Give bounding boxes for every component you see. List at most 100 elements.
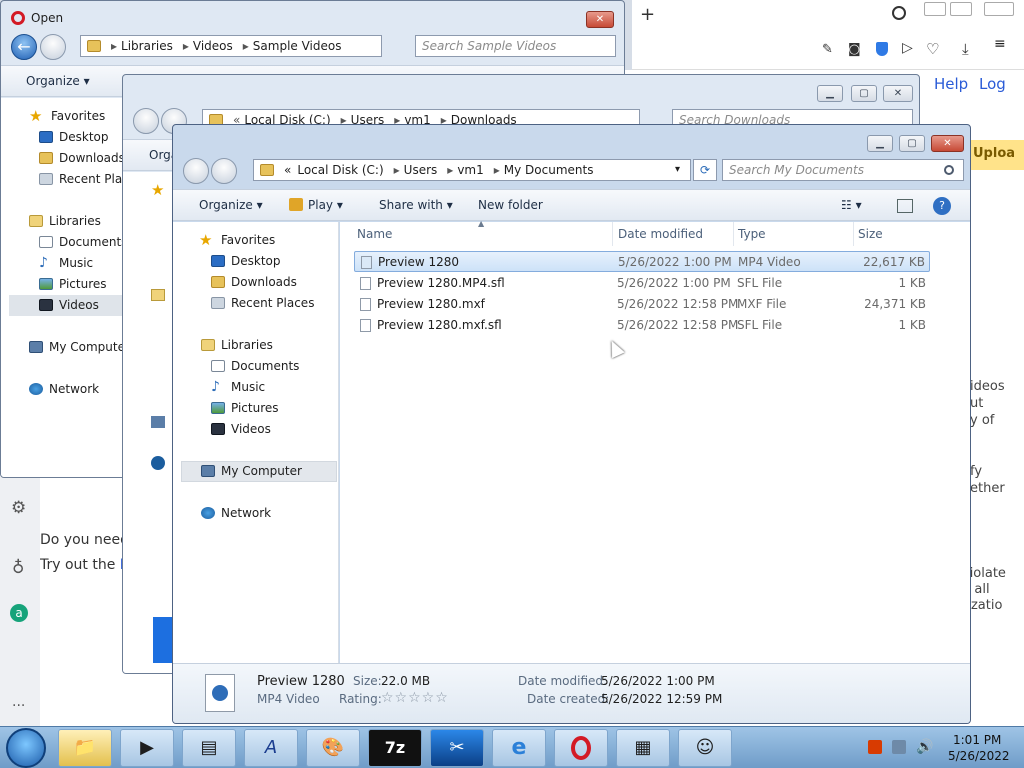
file-row[interactable]: Preview 1280.mxf.sfl 5/26/2022 12:58 PM … (354, 315, 930, 336)
crumb-sample-videos[interactable]: Sample Videos (253, 39, 342, 53)
notepad-task-icon[interactable]: ▤ (182, 729, 236, 767)
view-options-icon[interactable]: ☷ ▾ (841, 198, 862, 212)
documents-icon (211, 360, 225, 372)
nav-desktop[interactable]: Desktop (39, 130, 109, 144)
nav-libraries[interactable]: Libraries (201, 338, 273, 352)
address-bar[interactable]: « Local Disk (C:) ▸ Users ▸ vm1 ▸ My Docume… (253, 159, 691, 181)
log-link[interactable]: Log (979, 75, 1006, 93)
file-row[interactable]: Preview 1280 5/26/2022 1:00 PM MP4 Video… (354, 251, 930, 272)
nav-computer[interactable]: My Computer (29, 340, 130, 354)
organize-button[interactable]: Organize ▾ (26, 74, 90, 88)
video-editor-task-icon[interactable]: ✂ (430, 729, 484, 767)
start-button[interactable] (6, 728, 46, 768)
file-row[interactable]: Preview 1280.mxf 5/26/2022 12:58 PM MXF … (354, 294, 930, 315)
crumb-my-documents[interactable]: My Documents (504, 163, 594, 177)
close-button[interactable]: ✕ (931, 135, 964, 152)
paint-task-icon[interactable]: 🎨 (306, 729, 360, 767)
tray-flag-icon[interactable] (868, 740, 882, 754)
nav-favorites[interactable]: ★ Favorites (29, 109, 105, 124)
nav-documents[interactable]: Documents (211, 359, 299, 373)
nav-recent-places[interactable]: Recent Places (211, 296, 314, 310)
back-button[interactable]: ← (11, 34, 37, 60)
nav-favorites[interactable]: ★ Favorites (199, 233, 275, 248)
users-task-icon[interactable]: ☺ (678, 729, 732, 767)
heart-icon[interactable]: ♡ (926, 40, 939, 58)
nav-network[interactable]: Network (201, 506, 271, 520)
new-tab-button[interactable]: + (640, 4, 655, 25)
nav-videos[interactable]: Videos (211, 422, 271, 436)
upload-button-fragment[interactable]: Uploa (970, 140, 1024, 170)
font-viewer-task-icon[interactable]: A (244, 729, 298, 767)
aria-icon[interactable]: a (10, 604, 28, 622)
close-button[interactable]: ✕ (586, 11, 614, 28)
nav-network[interactable]: Network (29, 382, 99, 396)
clock-date[interactable]: 5/26/2022 (948, 749, 1010, 763)
new-folder-button[interactable]: New folder (478, 198, 543, 212)
nav-downloads[interactable]: Downloads (211, 275, 297, 289)
preview-pane-icon[interactable] (897, 199, 913, 213)
close-button[interactable]: ✕ (883, 85, 913, 102)
help-link[interactable]: Help (934, 75, 968, 93)
help-icon[interactable]: ? (933, 197, 951, 215)
address-bar[interactable]: ▸ Libraries ▸ Videos ▸ Sample Videos (80, 35, 382, 57)
seven-zip-task-icon[interactable]: 7z (368, 729, 422, 767)
nav-music[interactable]: ♪ Music (211, 380, 265, 394)
nav-downloads[interactable]: Downloads (39, 151, 125, 165)
refresh-button[interactable]: ⟳ (693, 159, 717, 181)
window-close-icon[interactable] (984, 2, 1014, 16)
crumb-local-disk[interactable]: Local Disk (C:) (297, 163, 383, 177)
maximize-button[interactable]: ▢ (899, 135, 925, 152)
crumb-users[interactable]: Users (404, 163, 438, 177)
column-date-modified[interactable]: Date modified (614, 222, 734, 246)
nav-videos[interactable]: Videos (39, 298, 99, 312)
window-restore-icon[interactable] (950, 2, 972, 16)
search-icon[interactable] (944, 165, 954, 175)
media-player-task-icon[interactable]: ▶ (120, 729, 174, 767)
window-minimize-icon[interactable] (924, 2, 946, 16)
minimize-button[interactable]: ▁ (817, 85, 843, 102)
minimize-button[interactable]: ▁ (867, 135, 893, 152)
snapshot-icon[interactable]: ✎ (822, 42, 833, 57)
settings-icon[interactable]: ⚙ (11, 498, 26, 518)
forward-button[interactable] (40, 34, 66, 60)
internet-explorer-task-icon[interactable]: e (492, 729, 546, 767)
back-button[interactable] (183, 158, 209, 184)
search-icon[interactable] (892, 6, 906, 20)
control-panel-task-icon[interactable]: ▦ (616, 729, 670, 767)
column-size[interactable]: Size (854, 222, 930, 246)
explorer-task-icon[interactable]: 📁 (58, 729, 112, 767)
search-input[interactable]: Search Sample Videos (415, 35, 616, 57)
more-icon[interactable]: ··· (12, 698, 25, 714)
rating-stars[interactable]: ☆☆☆☆☆ (381, 690, 449, 706)
nav-pictures[interactable]: Pictures (39, 277, 107, 291)
nav-libraries[interactable]: Libraries (29, 214, 101, 228)
crumb-videos[interactable]: Videos (193, 39, 233, 53)
tray-volume-icon[interactable]: 🔊 (916, 739, 933, 755)
file-row[interactable]: Preview 1280.MP4.sfl 5/26/2022 1:00 PM S… (354, 273, 930, 294)
nav-desktop[interactable]: Desktop (211, 254, 281, 268)
maximize-button[interactable]: ▢ (851, 85, 877, 102)
camera-icon[interactable]: ◙ (848, 42, 861, 57)
clock-time[interactable]: 1:01 PM (953, 733, 1001, 747)
vpn-shield-icon[interactable] (876, 42, 888, 56)
opera-task-icon[interactable] (554, 729, 608, 767)
nav-my-computer[interactable]: My Computer (201, 464, 302, 478)
organize-button[interactable]: Organize ▾ (199, 198, 263, 212)
play-button[interactable]: Play ▾ (289, 198, 343, 212)
forward-button[interactable] (211, 158, 237, 184)
nav-documents[interactable]: Documents (39, 235, 127, 249)
back-button[interactable] (133, 108, 159, 134)
address-dropdown-icon[interactable]: ▾ (675, 164, 680, 175)
send-icon[interactable]: ▷ (902, 40, 913, 56)
column-type[interactable]: Type (734, 222, 854, 246)
tray-network-icon[interactable] (892, 740, 906, 754)
nav-music[interactable]: ♪ Music (39, 256, 93, 270)
browser-menu-icon[interactable]: ≡ (994, 36, 1006, 52)
download-icon[interactable]: ⤓ (962, 40, 969, 58)
crumb-vm1[interactable]: vm1 (457, 163, 483, 177)
search-input[interactable]: Search My Documents (722, 159, 964, 181)
crumb-libraries[interactable]: Libraries (121, 39, 173, 53)
share-with-button[interactable]: Share with ▾ (379, 198, 453, 212)
nav-pictures[interactable]: Pictures (211, 401, 279, 415)
tips-icon[interactable]: ♁ (12, 558, 24, 578)
